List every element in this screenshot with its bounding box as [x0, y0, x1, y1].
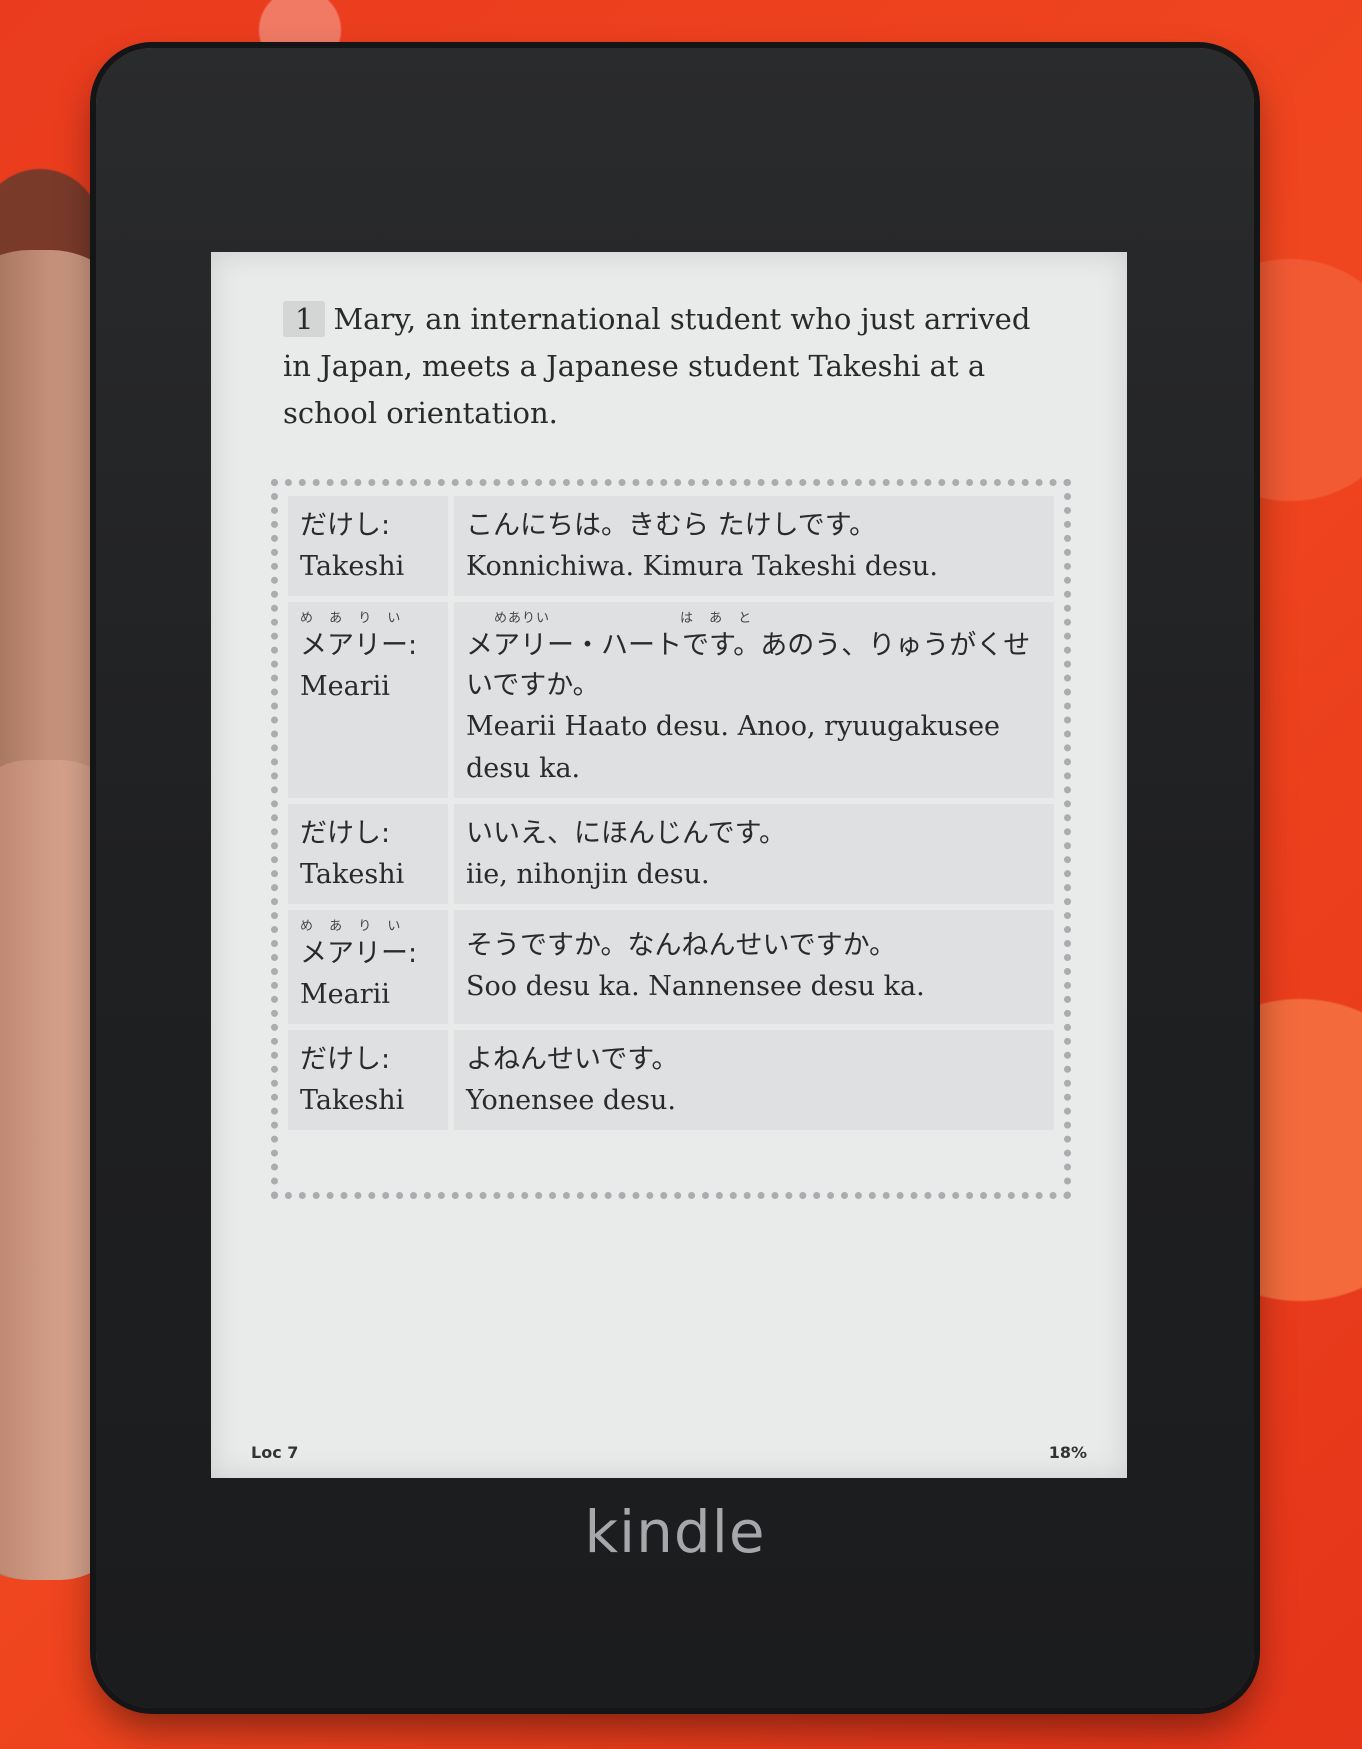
- line-romaji: Yonensee desu.: [466, 1085, 676, 1116]
- e-reader-screen[interactable]: 1 Mary, an international student who just…: [211, 252, 1127, 1478]
- dialog-row: だけし: Takeshi こんにちは。きむら たけしです。 Konnichiwa…: [288, 496, 1054, 596]
- speaker-romaji: Takeshi: [300, 859, 405, 890]
- dialog-row: め あ り い メアリー: Mearii そうですか。なんねんせいですか。 So…: [288, 910, 1054, 1024]
- dialog-box: だけし: Takeshi こんにちは。きむら たけしです。 Konnichiwa…: [271, 479, 1071, 1199]
- line-japanese: いいえ、にほんじんです。: [466, 818, 786, 849]
- speaker-cell: め あ り い メアリー: Mearii: [288, 910, 448, 1024]
- line-ruby-haato: は あ と: [680, 611, 758, 626]
- line-japanese: よねんせいです。: [466, 1044, 679, 1075]
- line-romaji: Mearii Haato desu. Anoo, ryuugakusee des…: [466, 711, 1001, 784]
- speaker-japanese: だけし:: [300, 1044, 391, 1075]
- speaker-ruby: め あ り い: [300, 611, 407, 626]
- speaker-cell: だけし: Takeshi: [288, 1030, 448, 1130]
- speaker-romaji: Mearii: [300, 671, 390, 702]
- line-romaji: Konnichiwa. Kimura Takeshi desu.: [466, 551, 938, 582]
- dialog-row: め あ り い メアリー: Mearii めありい は あ と メアリー・ハートで…: [288, 602, 1054, 798]
- line-cell: こんにちは。きむら たけしです。 Konnichiwa. Kimura Take…: [454, 496, 1054, 596]
- line-cell: いいえ、にほんじんです。 iie, nihonjin desu.: [454, 804, 1054, 904]
- progress-percent[interactable]: 18%: [1049, 1443, 1087, 1462]
- speaker-japanese: メアリー:: [300, 938, 418, 969]
- intro-paragraph: 1 Mary, an international student who just…: [283, 296, 1063, 437]
- location-indicator[interactable]: Loc 7: [251, 1443, 298, 1462]
- dialog-number-badge[interactable]: 1: [283, 301, 326, 337]
- speaker-romaji: Mearii: [300, 979, 390, 1010]
- speaker-japanese: だけし:: [300, 510, 391, 541]
- dialog-row: だけし: Takeshi よねんせいです。 Yonensee desu.: [288, 1030, 1054, 1130]
- speaker-japanese: だけし:: [300, 818, 391, 849]
- line-cell: そうですか。なんねんせいですか。 Soo desu ka. Nannensee …: [454, 910, 1054, 1024]
- speaker-ruby: め あ り い: [300, 919, 407, 934]
- kindle-device: 1 Mary, an international student who just…: [96, 48, 1254, 1708]
- speaker-romaji: Takeshi: [300, 551, 405, 582]
- line-cell: めありい は あ と メアリー・ハートです。あのう、りゅうがくせいですか。 Mea…: [454, 602, 1054, 798]
- speaker-cell: だけし: Takeshi: [288, 804, 448, 904]
- line-ruby-mearii: めありい: [494, 611, 551, 626]
- intro-text: Mary, an international student who just …: [283, 302, 1031, 430]
- kindle-logo: kindle: [584, 1498, 766, 1566]
- speaker-cell: だけし: Takeshi: [288, 496, 448, 596]
- speaker-cell: め あ り い メアリー: Mearii: [288, 602, 448, 798]
- speaker-japanese: メアリー:: [300, 630, 418, 661]
- dialog-row: だけし: Takeshi いいえ、にほんじんです。 iie, nihonjin …: [288, 804, 1054, 904]
- speaker-romaji: Takeshi: [300, 1085, 405, 1116]
- line-romaji: Soo desu ka. Nannensee desu ka.: [466, 971, 925, 1002]
- line-japanese: こんにちは。きむら たけしです。: [466, 510, 877, 541]
- line-japanese: メアリー・ハートです。あのう、りゅうがくせいですか。: [466, 630, 1031, 701]
- line-romaji: iie, nihonjin desu.: [466, 859, 710, 890]
- line-japanese: そうですか。なんねんせいですか。: [466, 930, 897, 961]
- line-cell: よねんせいです。 Yonensee desu.: [454, 1030, 1054, 1130]
- line-ruby: めありい は あ と: [466, 612, 1042, 626]
